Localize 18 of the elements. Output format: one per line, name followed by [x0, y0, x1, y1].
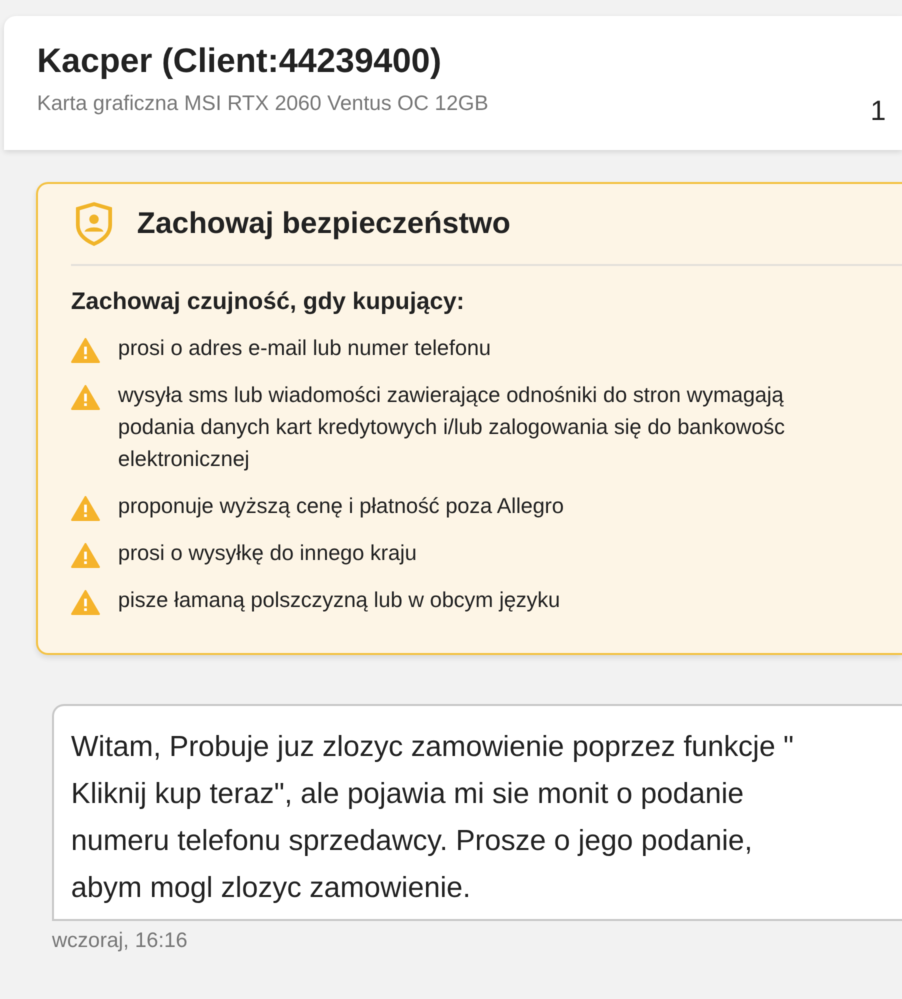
- warning-text: prosi o wysyłkę do innego kraju: [118, 540, 417, 567]
- warning-text: prosi o adres e-mail lub numer telefonu: [118, 335, 491, 362]
- shield-user-icon: [75, 202, 113, 246]
- warning-icon: [71, 590, 100, 615]
- warning-intro: Zachowaj czujność, gdy kupujący:: [71, 288, 466, 316]
- product-name: Karta graficzna MSI RTX 2060 Ventus OC 12GB: [37, 92, 490, 116]
- message-text: Witam, Probuje juz zlozyc zamowienie poprzez funkcje " Kliknij kup teraz", ale pojawia mi sie monit o podanie numeru telefonu sprzedawcy. Prosze o jego podanie, abym mogl zlozyc zamowienie.: [71, 730, 795, 906]
- warning-icon: [71, 338, 100, 363]
- message-count: 1: [870, 95, 886, 127]
- warning-icon: [71, 496, 100, 521]
- warning-text: pisze łamaną polszczyzną lub w obcym języku: [118, 587, 560, 614]
- warning-text: wysyła sms lub wiadomości zawierające odnośniki do stron wymagają podania danych kart kredytowych i/lub zalogowania się do bankowośc elektronicznej: [118, 382, 785, 473]
- warning-icon: [71, 385, 100, 410]
- message-time: wczoraj, 16:16: [52, 929, 188, 953]
- warning-icon: [71, 543, 100, 568]
- conversation-title: Kacper (Client:44239400): [37, 41, 442, 82]
- safety-title: Zachowaj bezpieczeństwo: [137, 207, 510, 241]
- warning-text: proponuje wyższą cenę i płatność poza Allegro: [118, 493, 564, 520]
